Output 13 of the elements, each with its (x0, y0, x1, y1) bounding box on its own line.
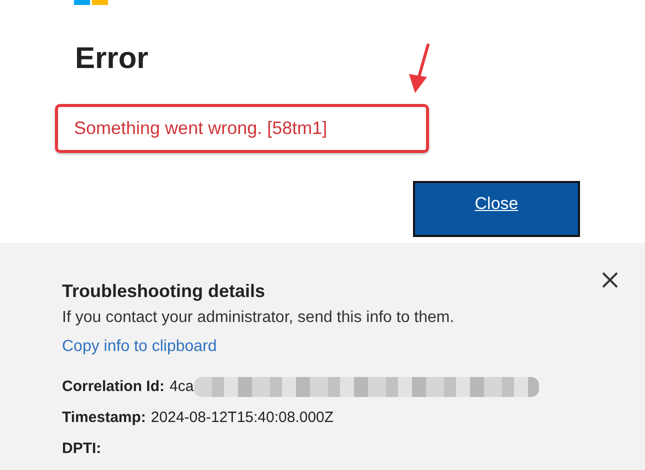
field-label: Timestamp: (62, 408, 146, 428)
field-value: 4ca (170, 377, 194, 397)
copy-link[interactable]: Copy info to clipboard (62, 336, 217, 358)
details-description: If you contact your administrator, send this info to them. (62, 308, 456, 328)
field-label: DPTI: (62, 439, 102, 459)
field-value: 2024-08-12T15:40:08.000Z (150, 408, 334, 428)
field-label: Correlation Id: (62, 377, 165, 397)
close-button[interactable]: Close (413, 181, 580, 237)
details-title: Troubleshooting details (62, 280, 266, 303)
close-icon[interactable] (601, 271, 619, 289)
annotation-arrow (409, 44, 430, 93)
error-message: Something went wrong. [58tm1] (74, 117, 328, 139)
error-title: Error (75, 41, 148, 77)
